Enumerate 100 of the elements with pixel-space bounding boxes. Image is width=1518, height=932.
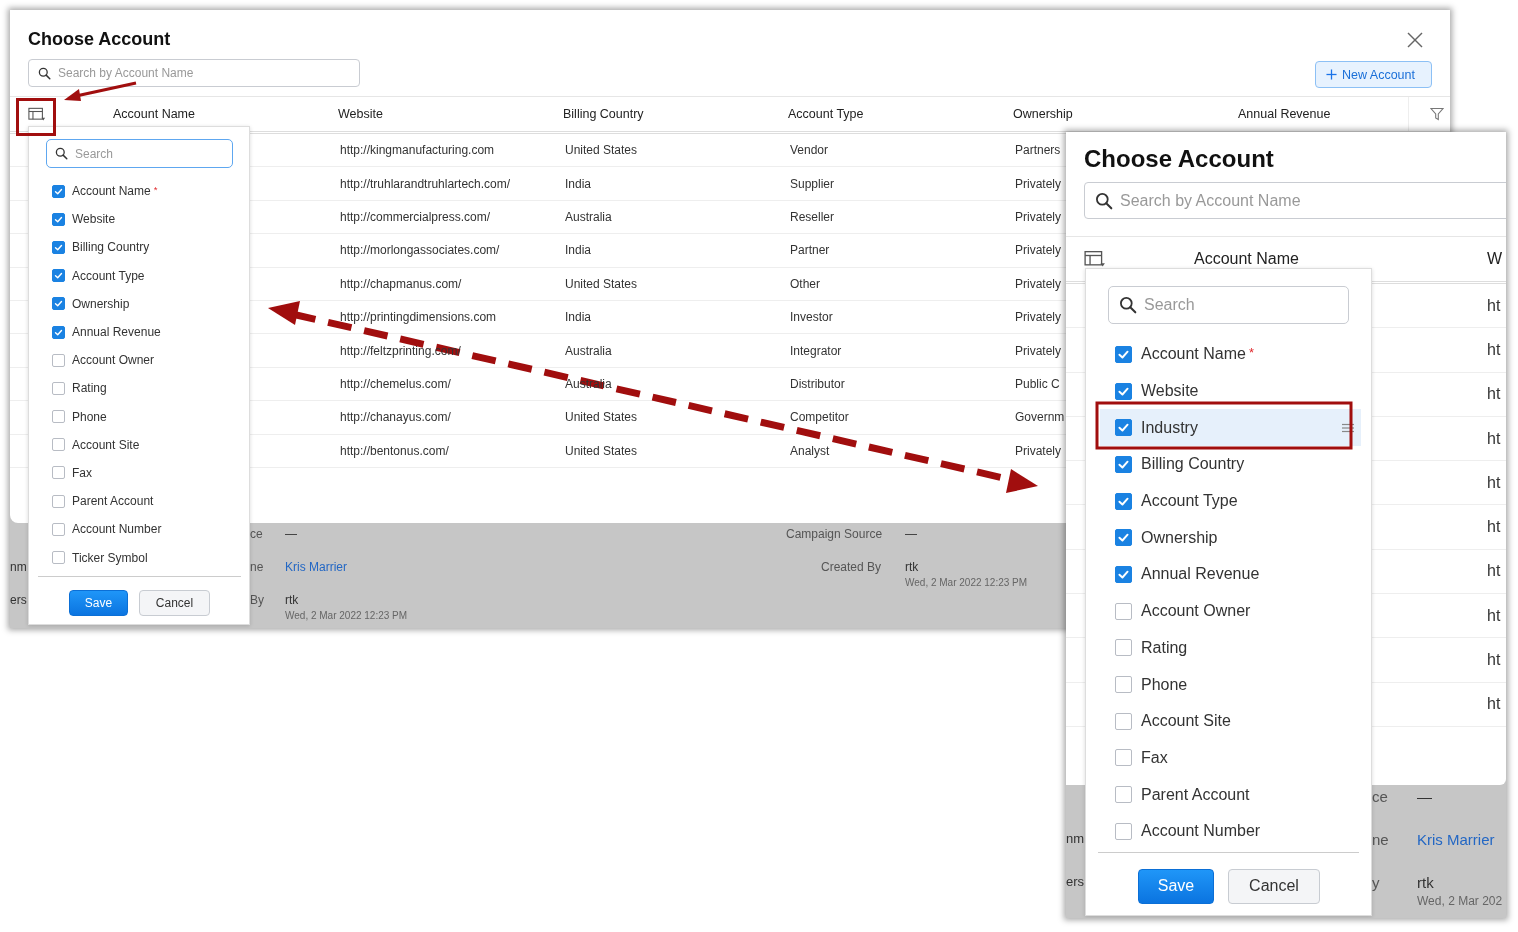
field-label: nm	[1066, 831, 1085, 848]
table-cell: http://printingdimensions.com	[340, 310, 497, 325]
cancel-button[interactable]: Cancel	[1228, 868, 1320, 904]
search-input[interactable]: Search	[1142, 295, 1348, 315]
table-cell: http://chapmanus.com/	[340, 276, 462, 291]
checkbox[interactable]	[1115, 822, 1132, 840]
checkbox[interactable]	[1115, 749, 1132, 767]
field-value: —	[1417, 788, 1432, 805]
plus-icon	[1326, 69, 1338, 80]
column-header[interactable]: Account Type	[788, 107, 864, 121]
table-cell: Competitor	[790, 410, 849, 425]
table-cell: ht	[1487, 385, 1501, 404]
column-label: Website	[1141, 382, 1199, 401]
checkbox[interactable]	[52, 325, 65, 339]
search-input[interactable]: Search	[73, 145, 232, 162]
table-cell: Analyst	[790, 443, 830, 458]
checkbox[interactable]	[1115, 786, 1132, 804]
table-cell: Privately	[1015, 209, 1061, 224]
checkbox[interactable]	[52, 381, 65, 395]
checkbox[interactable]	[52, 410, 65, 424]
checkbox[interactable]	[52, 494, 65, 508]
table-cell: ht	[1487, 429, 1501, 448]
checkbox[interactable]	[1115, 419, 1132, 437]
column-label: Account Owner	[1141, 602, 1251, 621]
column-header[interactable]: Account Name	[113, 107, 195, 121]
column-label: Rating	[72, 381, 107, 396]
checkbox[interactable]	[1115, 602, 1132, 620]
search-input[interactable]: Search by Account Name	[1118, 190, 1506, 211]
checkbox[interactable]	[1115, 676, 1132, 694]
field-label: nm	[10, 560, 28, 576]
column-header[interactable]: Billing Country	[563, 107, 644, 121]
table-cell: India	[565, 243, 592, 258]
highlight-frame	[16, 98, 56, 136]
checkbox[interactable]	[1115, 639, 1132, 657]
table-cell: Partner	[790, 243, 830, 258]
table-cell: Other	[790, 276, 820, 291]
checkbox[interactable]	[52, 438, 65, 452]
column-header[interactable]: Account Name	[1194, 250, 1299, 268]
save-button[interactable]: Save	[1138, 868, 1214, 904]
checkbox[interactable]	[1115, 455, 1132, 473]
checkbox[interactable]	[52, 269, 65, 283]
new-account-button[interactable]: New Account	[1315, 61, 1432, 88]
search-field[interactable]: Search	[1108, 286, 1349, 324]
checkbox[interactable]	[1115, 712, 1132, 730]
column-label: Account Owner	[72, 353, 155, 368]
drag-handle-icon	[1341, 422, 1355, 433]
checkbox[interactable]	[52, 353, 65, 367]
table-cell: Supplier	[790, 176, 835, 191]
field-label: ers	[1066, 874, 1085, 891]
table-cell: http://bentonus.com/	[340, 443, 449, 458]
close-icon	[1406, 31, 1424, 49]
filter-icon	[1430, 107, 1444, 121]
checkbox[interactable]	[52, 466, 65, 480]
table-cell: Public C	[1015, 376, 1060, 391]
search-icon	[1119, 296, 1137, 314]
column-header[interactable]: Annual Revenue	[1238, 107, 1331, 121]
checkbox[interactable]	[52, 297, 65, 311]
checkbox[interactable]	[1115, 345, 1132, 363]
cancel-button[interactable]: Cancel	[139, 589, 210, 616]
column-label: Phone	[72, 409, 107, 424]
table-cell: India	[565, 176, 592, 191]
table-cell: http://morlongassociates.com/	[340, 243, 500, 258]
column-label: Account Site	[72, 437, 140, 452]
column-header[interactable]: Ownership	[1013, 107, 1073, 121]
timestamp: Wed, 2 Mar 202	[1417, 894, 1503, 908]
save-button[interactable]: Save	[69, 589, 128, 616]
required-mark: *	[1248, 345, 1254, 361]
column-label: Parent Account	[72, 494, 154, 509]
table-cell: ht	[1487, 695, 1501, 714]
column-label: Billing Country	[72, 240, 150, 255]
column-header[interactable]: W	[1487, 250, 1503, 268]
column-label: Billing Country	[1141, 455, 1245, 474]
checkbox[interactable]	[52, 240, 65, 254]
table-cell: http://kingmanufacturing.com	[340, 143, 495, 158]
timestamp: Wed, 2 Mar 2022 12:23 PM	[905, 577, 1028, 588]
search-icon	[1095, 191, 1113, 210]
column-label: Account Number	[1141, 822, 1261, 841]
checkbox[interactable]	[1115, 492, 1132, 510]
column-header[interactable]: Website	[338, 107, 383, 121]
table-cell: Privately	[1015, 243, 1061, 258]
field-value: rtk	[905, 560, 919, 574]
search-field[interactable]: Search by Account Name	[1084, 182, 1506, 219]
checkbox[interactable]	[1115, 565, 1132, 583]
column-label: Website	[72, 212, 116, 227]
field-value: rtk	[285, 593, 299, 607]
checkbox[interactable]	[52, 212, 65, 226]
checkbox[interactable]	[1115, 382, 1132, 400]
column-option[interactable]: Industry	[1100, 409, 1361, 447]
search-field[interactable]: Search by Account Name	[28, 59, 360, 87]
checkbox[interactable]	[52, 522, 65, 536]
checkbox[interactable]	[52, 551, 65, 565]
column-label: Account Number	[72, 522, 162, 537]
table-cell: Privately	[1015, 276, 1061, 291]
table-cell: Investor	[790, 310, 833, 325]
checkbox[interactable]	[1115, 529, 1132, 547]
table-cell: http://chemelus.com/	[340, 376, 451, 391]
checkbox[interactable]	[52, 184, 65, 198]
search-input[interactable]: Search by Account Name	[56, 65, 359, 81]
table-cell: United States	[565, 143, 638, 158]
search-field[interactable]: Search	[46, 139, 233, 168]
